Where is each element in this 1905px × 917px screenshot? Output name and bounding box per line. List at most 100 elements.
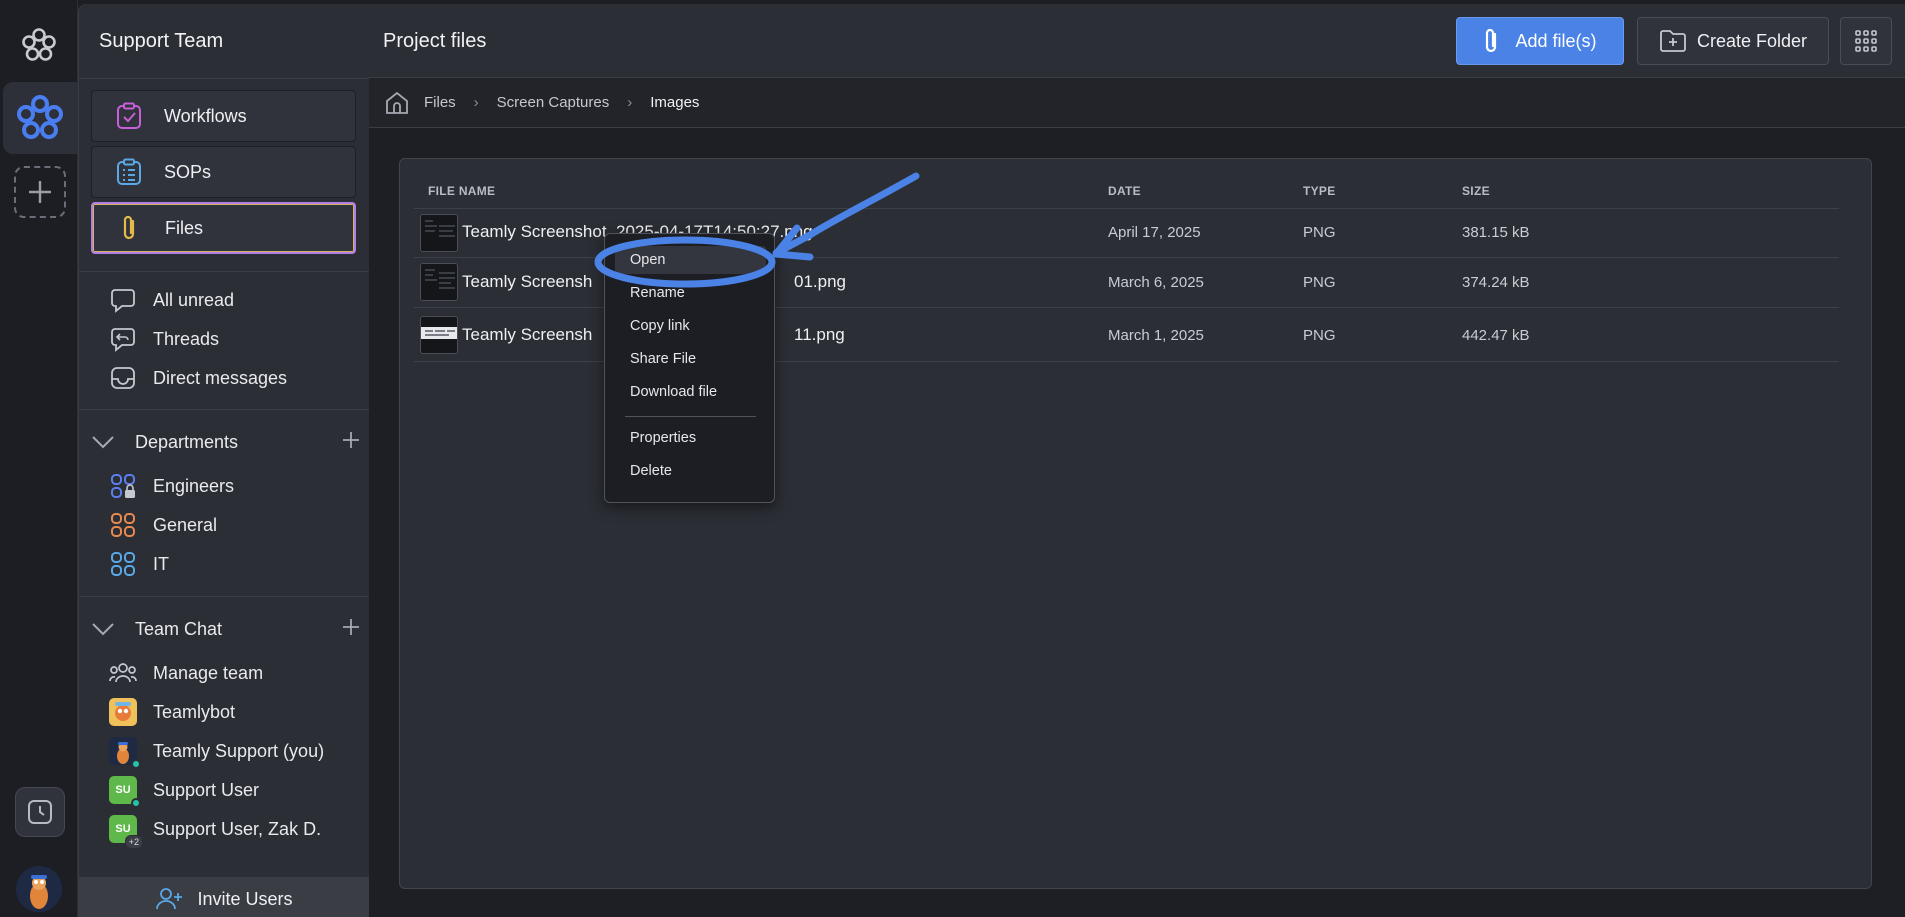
add-user-icon <box>156 888 183 910</box>
team-chat-header[interactable]: Team Chat <box>91 613 361 645</box>
context-menu: Open Rename Copy link Share File Downloa… <box>604 233 775 503</box>
add-files-label: Add file(s) <box>1515 30 1597 51</box>
file-type: PNG <box>1303 327 1336 344</box>
member-count-badge: +2 <box>124 835 143 849</box>
file-thumbnail <box>420 263 458 301</box>
menu-item-rename[interactable]: Rename <box>615 279 766 307</box>
sidebar-item-it[interactable]: IT <box>109 548 169 580</box>
plus-icon <box>29 181 51 203</box>
column-header-type[interactable]: TYPE <box>1303 184 1336 198</box>
bot-avatar <box>109 698 137 726</box>
file-type: PNG <box>1303 274 1336 291</box>
breadcrumb-files[interactable]: Files <box>424 94 456 111</box>
workspace-button[interactable] <box>3 82 77 154</box>
workspace-flower-icon <box>17 95 63 139</box>
flower-logo-icon[interactable] <box>20 26 58 64</box>
sidebar-item-support-user[interactable]: SU Support User <box>109 774 260 808</box>
sidebar-item-engineers[interactable]: Engineers <box>109 470 234 502</box>
file-size: 374.24 kB <box>1462 274 1530 291</box>
home-icon[interactable] <box>384 90 410 116</box>
menu-item-delete[interactable]: Delete <box>615 457 766 485</box>
sidebar-item-teamlybot[interactable]: Teamlybot <box>109 696 235 728</box>
menu-item-open[interactable]: Open <box>615 246 766 274</box>
breadcrumb-screen-captures[interactable]: Screen Captures <box>497 94 610 111</box>
paperclip-icon <box>115 213 145 243</box>
clipboard-list-icon <box>114 157 144 187</box>
create-folder-button[interactable]: Create Folder <box>1637 17 1829 65</box>
file-name-tail[interactable]: 01.png <box>794 272 846 292</box>
menu-item-copy-link[interactable]: Copy link <box>615 312 766 340</box>
file-size: 381.15 kB <box>1462 224 1530 241</box>
menu-item-download-file[interactable]: Download file <box>615 378 766 406</box>
invite-label: Invite Users <box>197 888 293 909</box>
file-date: March 6, 2025 <box>1108 274 1204 291</box>
add-chat-icon[interactable] <box>341 617 361 637</box>
sidebar-item-general[interactable]: General <box>109 509 217 541</box>
nav-label: Files <box>165 217 204 238</box>
online-status <box>131 759 141 769</box>
add-files-button[interactable]: Add file(s) <box>1456 17 1624 65</box>
clipboard-check-icon <box>114 101 144 131</box>
table-header: FILE NAME DATE TYPE SIZE <box>414 171 1839 209</box>
file-name[interactable]: Teamly Screensh <box>462 272 592 292</box>
grid-icon <box>1855 30 1877 52</box>
item-label: General <box>153 514 218 535</box>
sidebar-item-threads[interactable]: Threads <box>109 323 219 355</box>
nav-sops[interactable]: SOPs <box>91 146 356 198</box>
main-content: FILE NAME DATE TYPE SIZE Teamly Screensh… <box>369 128 1905 917</box>
departments-header[interactable]: Departments <box>91 426 361 458</box>
divider <box>79 271 369 272</box>
column-header-size[interactable]: SIZE <box>1462 184 1490 198</box>
chat-bubble-icon <box>109 286 137 314</box>
avatar <box>109 737 141 769</box>
nav-files[interactable]: Files <box>91 202 356 254</box>
file-date: March 1, 2025 <box>1108 327 1204 344</box>
sidebar-item-manage-team[interactable]: Manage team <box>109 657 263 689</box>
sidebar-item-teamly-support[interactable]: Teamly Support (you) <box>109 735 324 769</box>
file-name[interactable]: Teamly Screensh <box>462 325 592 345</box>
item-label: Threads <box>153 328 220 349</box>
divider <box>79 596 369 597</box>
sidebar-item-direct-messages[interactable]: Direct messages <box>109 362 287 394</box>
sidebar-item-group-chat[interactable]: SU +2 Support User, Zak D. <box>109 813 321 849</box>
chevron-right-icon: › <box>627 94 633 111</box>
create-folder-label: Create Folder <box>1696 30 1808 51</box>
menu-item-properties[interactable]: Properties <box>615 424 766 452</box>
threads-icon <box>109 325 137 353</box>
team-icon <box>109 659 137 687</box>
sidebar-item-all-unread[interactable]: All unread <box>109 284 234 316</box>
file-thumbnail <box>420 316 458 354</box>
header: Project files Add file(s) Create Folder <box>369 4 1905 78</box>
chevron-right-icon: › <box>473 94 479 111</box>
add-department-icon[interactable] <box>341 430 361 450</box>
file-name-tail[interactable]: 11.png <box>794 325 845 345</box>
column-header-date[interactable]: DATE <box>1108 184 1141 198</box>
team-name: Support Team <box>99 30 224 52</box>
page-title: Project files <box>383 30 487 52</box>
channel-locked-icon <box>109 472 137 500</box>
item-label: IT <box>153 553 169 574</box>
column-header-name[interactable]: FILE NAME <box>428 184 495 198</box>
nav-workflows[interactable]: Workflows <box>91 90 356 142</box>
clock-icon <box>28 800 52 824</box>
item-label: Direct messages <box>153 367 288 388</box>
menu-item-share-file[interactable]: Share File <box>615 345 766 373</box>
item-label: Teamlybot <box>153 701 236 722</box>
divider <box>79 409 369 410</box>
divider <box>79 78 369 79</box>
online-status <box>131 798 141 808</box>
item-label: Support User <box>153 779 260 800</box>
history-button[interactable] <box>15 787 65 837</box>
invite-users-button[interactable]: Invite Users <box>79 877 369 917</box>
menu-divider <box>625 416 756 417</box>
file-thumbnail <box>420 214 458 252</box>
item-label: All unread <box>153 289 235 310</box>
sidebar: Support Team Workflows SOPs Files All un… <box>78 4 369 917</box>
avatar-container: SU <box>109 776 141 808</box>
item-label: Engineers <box>153 475 235 496</box>
add-workspace-button[interactable] <box>14 166 66 218</box>
file-date: April 17, 2025 <box>1108 224 1201 241</box>
breadcrumb-images: Images <box>650 94 700 111</box>
view-toggle-button[interactable] <box>1840 17 1892 65</box>
user-avatar[interactable] <box>16 866 62 912</box>
